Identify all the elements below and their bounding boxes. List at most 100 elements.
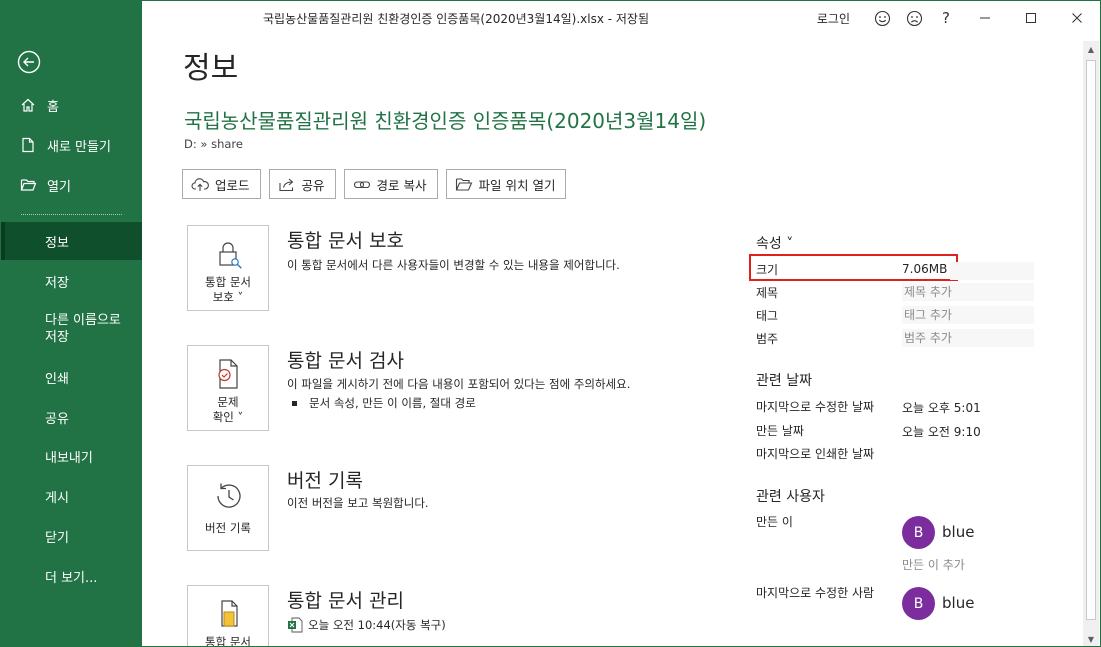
sidebar-divider xyxy=(21,214,122,215)
category-field[interactable]: 범주 추가 xyxy=(902,329,1034,347)
login-link[interactable]: 로그인 xyxy=(817,10,850,27)
related-people-header: 관련 사용자 xyxy=(756,489,825,505)
created-label: 만든 날짜 xyxy=(756,424,804,438)
sidebar-item-home[interactable]: 홈 xyxy=(1,86,142,124)
sidebar-item-save-as[interactable]: 다른 이름으로 저장 xyxy=(1,305,142,353)
backstage-sidebar: 홈 새로 만들기 열기 정보 저장 다른 이름으로 저장 인쇄 공유 내보내기 … xyxy=(1,1,142,646)
author-label: 만든 이 xyxy=(756,515,793,529)
sidebar-item-label: 내보내기 xyxy=(45,450,93,466)
modified-value: 오늘 오후 5:01 xyxy=(902,401,981,415)
inspect-card-label: 문제 확인 ˅ xyxy=(213,395,244,425)
close-window-button[interactable] xyxy=(1054,1,1100,35)
page-title: 정보 xyxy=(183,51,239,86)
version-section-title: 버전 기록 xyxy=(287,470,363,492)
action-buttons: 업로드 공유 경로 복사 파일 위치 열기 xyxy=(182,169,567,199)
sidebar-item-info[interactable]: 정보 xyxy=(1,222,142,260)
scroll-down-arrow-icon[interactable]: ▼ xyxy=(1083,631,1099,646)
vertical-scrollbar[interactable]: ▲ ▼ xyxy=(1083,41,1099,646)
excel-file-icon xyxy=(287,617,303,633)
folder-open-icon xyxy=(20,176,38,194)
sidebar-item-label: 게시 xyxy=(45,490,69,506)
manage-section-title: 통합 문서 관리 xyxy=(287,590,404,612)
share-icon xyxy=(278,176,296,192)
category-label: 범주 xyxy=(756,332,779,346)
share-button[interactable]: 공유 xyxy=(268,169,336,199)
protect-card-label: 통합 문서 보호 ˅ xyxy=(205,275,251,305)
sidebar-item-label: 정보 xyxy=(45,235,69,251)
last-modified-by-label: 마지막으로 수정한 사람 xyxy=(756,586,875,600)
title-bar-controls: 로그인 ? xyxy=(817,1,1100,35)
link-icon xyxy=(353,176,371,192)
manage-workbook-button[interactable]: 통합 문서 xyxy=(187,585,269,647)
copy-path-button[interactable]: 경로 복사 xyxy=(343,169,438,199)
new-document-icon xyxy=(20,136,38,154)
author-name[interactable]: blue xyxy=(942,523,974,541)
autosave-entry-label: 오늘 오전 10:44(자동 복구) xyxy=(308,618,446,632)
sidebar-item-label: 열기 xyxy=(47,179,71,195)
title-field[interactable]: 제목 추가 xyxy=(902,283,1034,301)
lock-key-icon xyxy=(211,236,245,272)
properties-dropdown[interactable]: 속성 ˅ xyxy=(756,233,793,253)
document-path: D: » share xyxy=(184,137,243,151)
save-as-line1: 다른 이름으로 xyxy=(45,313,121,328)
sidebar-item-export[interactable]: 내보내기 xyxy=(1,437,142,475)
sidebar-item-close[interactable]: 닫기 xyxy=(1,517,142,555)
version-history-button[interactable]: 버전 기록 xyxy=(187,465,269,551)
modified-label: 마지막으로 수정한 날짜 xyxy=(756,400,875,414)
copy-path-label: 경로 복사 xyxy=(376,177,427,193)
sidebar-item-save[interactable]: 저장 xyxy=(1,262,142,300)
save-as-line2: 저장 xyxy=(45,330,69,345)
smile-feedback-icon[interactable] xyxy=(866,1,898,35)
modifier-name[interactable]: blue xyxy=(942,594,974,612)
document-check-icon xyxy=(211,356,245,392)
frown-feedback-icon[interactable] xyxy=(898,1,930,35)
open-file-location-button[interactable]: 파일 위치 열기 xyxy=(445,169,567,199)
cloud-upload-icon xyxy=(191,176,209,192)
sidebar-item-open[interactable]: 열기 xyxy=(1,166,142,204)
protect-section-title: 통합 문서 보호 xyxy=(287,230,404,252)
folder-open-icon xyxy=(455,176,473,192)
back-arrow-icon[interactable] xyxy=(17,50,41,74)
sidebar-item-new[interactable]: 새로 만들기 xyxy=(1,126,142,164)
sidebar-item-label: 공유 xyxy=(45,411,69,427)
author-avatar[interactable]: B xyxy=(902,516,935,549)
sidebar-item-label: 인쇄 xyxy=(45,371,69,387)
size-value-field xyxy=(950,262,1034,280)
printed-label: 마지막으로 인쇄한 날짜 xyxy=(756,447,875,461)
add-author-link[interactable]: 만든 이 추가 xyxy=(902,556,965,573)
autosave-entry[interactable]: 오늘 오전 10:44(자동 복구) xyxy=(287,617,446,633)
maximize-button[interactable] xyxy=(1008,1,1054,35)
modifier-avatar[interactable]: B xyxy=(902,587,935,620)
related-dates-header: 관련 날짜 xyxy=(756,373,812,389)
help-icon[interactable]: ? xyxy=(930,1,962,35)
info-pane: 정보 국립농산물품질관리원 친환경인증 인증품목(2020년3월14일) D: … xyxy=(142,35,1084,647)
inspect-card-line1: 문제 xyxy=(217,395,239,409)
scroll-up-arrow-icon[interactable]: ▲ xyxy=(1083,41,1099,57)
sidebar-item-more[interactable]: 더 보기... xyxy=(1,557,142,595)
upload-label: 업로드 xyxy=(215,177,250,193)
tags-field[interactable]: 태그 추가 xyxy=(902,306,1034,324)
check-for-issues-button[interactable]: 문제 확인 ˅ xyxy=(187,345,269,431)
open-file-location-label: 파일 위치 열기 xyxy=(478,177,556,193)
title-label: 제목 xyxy=(756,286,779,300)
sidebar-item-label: 홈 xyxy=(47,99,59,115)
protect-workbook-button[interactable]: 통합 문서 보호 ˅ xyxy=(187,225,269,311)
title-bar: 국립농산물품질관리원 친환경인증 인증품목(2020년3월14일).xlsx -… xyxy=(142,1,1100,35)
protect-card-line2: 보호 ˅ xyxy=(212,290,244,304)
manage-card-label: 통합 문서 xyxy=(205,635,251,647)
version-section-desc: 이전 버전을 보고 복원합니다. xyxy=(287,496,429,510)
upload-button[interactable]: 업로드 xyxy=(182,169,261,199)
scroll-thumb[interactable] xyxy=(1086,60,1096,620)
sidebar-item-label: 더 보기... xyxy=(45,570,98,586)
inspect-bullet-item: 문서 속성, 만든 이 이름, 절대 경로 xyxy=(292,395,476,411)
sidebar-item-print[interactable]: 인쇄 xyxy=(1,358,142,396)
sidebar-item-publish[interactable]: 게시 xyxy=(1,477,142,515)
version-card-label: 버전 기록 xyxy=(205,521,251,535)
sidebar-item-label: 저장 xyxy=(45,275,69,291)
inspect-section-title: 통합 문서 검사 xyxy=(287,350,404,372)
inspect-section-desc: 이 파일을 게시하기 전에 다음 내용이 포함되어 있다는 점에 주의하세요. xyxy=(287,377,631,391)
sidebar-item-share[interactable]: 공유 xyxy=(1,398,142,436)
created-value: 오늘 오전 9:10 xyxy=(902,425,981,439)
size-value: 7.06MB xyxy=(902,262,948,276)
minimize-button[interactable] xyxy=(962,1,1008,35)
